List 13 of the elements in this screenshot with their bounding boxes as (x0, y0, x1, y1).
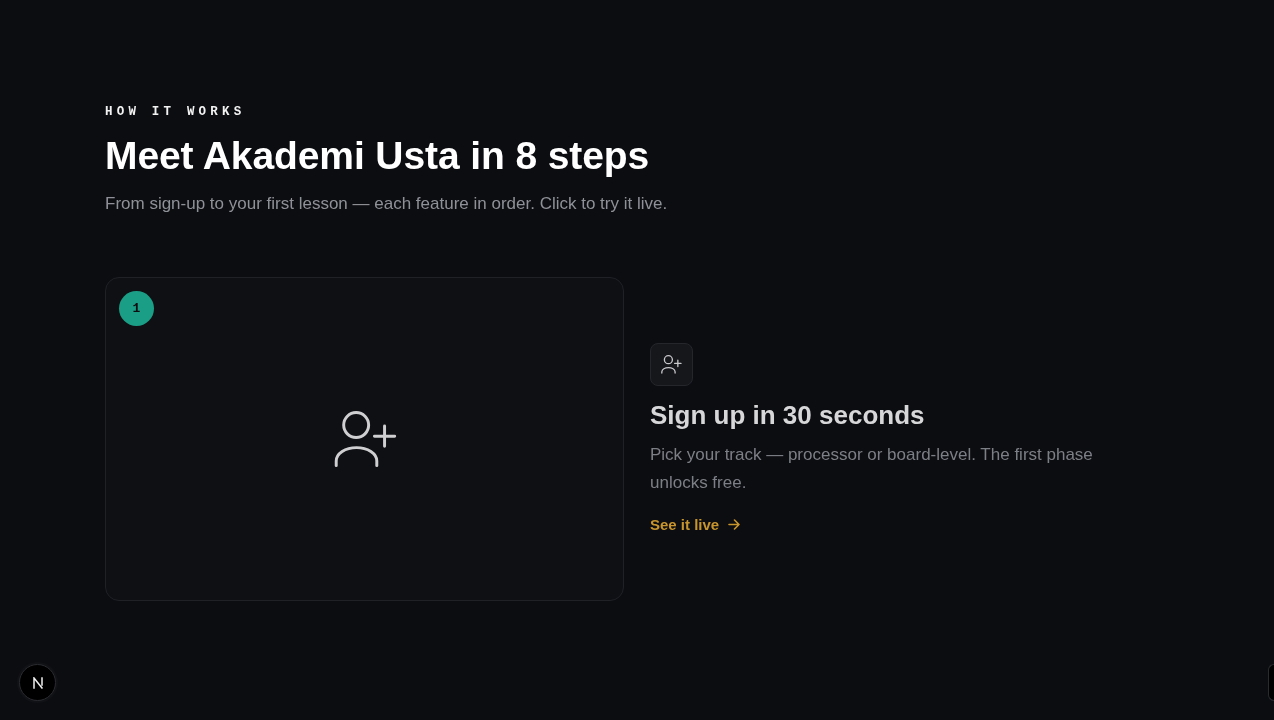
step-number-badge: 1 (119, 291, 154, 326)
user-plus-icon (334, 410, 397, 468)
step-title: Sign up in 30 seconds (650, 400, 925, 431)
user-plus-icon (650, 343, 693, 386)
step-description: Pick your track — processor or board-level. The first phase unlocks free. (650, 444, 1094, 494)
section-title: Meet Akademi Usta in 8 steps (105, 133, 650, 178)
arrow-right-icon (728, 519, 741, 530)
section-eyebrow: HOW IT WORKS (105, 104, 246, 120)
see-it-live-link[interactable]: See it live (650, 514, 741, 535)
logo-button[interactable] (19, 664, 56, 701)
n-logo-icon (31, 676, 44, 689)
section-subtitle: From sign-up to your first lesson — each feature in order. Click to try it live. (105, 193, 668, 215)
step-preview-card[interactable]: 1 (105, 277, 624, 601)
